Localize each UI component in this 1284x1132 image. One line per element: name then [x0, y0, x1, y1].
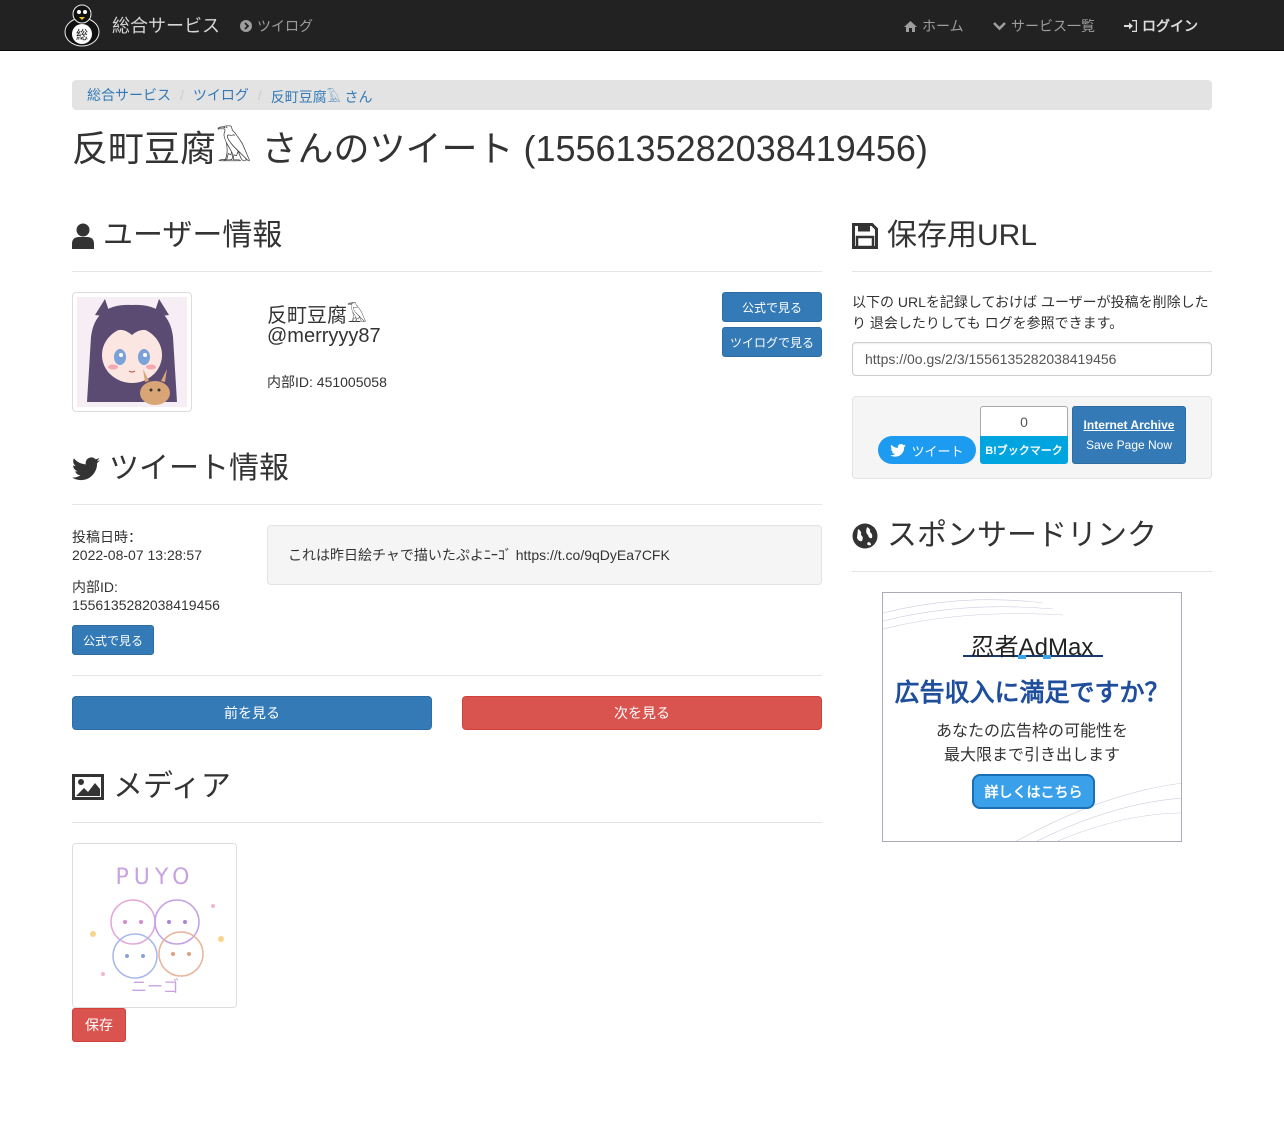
breadcrumb-item-home[interactable]: 総合サービス — [87, 85, 171, 105]
brand-title: 総合サービス — [112, 16, 220, 36]
media-save-button[interactable]: 保存 — [72, 1008, 126, 1042]
nav-twilog-label: ツイログ — [257, 18, 313, 34]
posted-at-value: 2022-08-07 13:28:57 — [72, 547, 202, 563]
brand-link[interactable]: 総 総合サービス — [60, 2, 220, 48]
media-image[interactable]: PUYO ニーゴ — [72, 843, 237, 1008]
next-tweet-button[interactable]: 次を見る — [462, 696, 822, 730]
tweet-text-box: これは昨日絵チャで描いたぷよﾆｰｺﾞ https://t.co/9qDyEa7C… — [267, 525, 822, 585]
media-puyo-text: PUYO — [116, 865, 195, 890]
breadcrumb-item-user[interactable]: 反町豆腐𓄿 さん — [271, 83, 373, 107]
user-info-heading: ユーザー情報 — [72, 218, 282, 254]
breadcrumb-item-twilog[interactable]: ツイログ — [193, 85, 249, 105]
internet-archive-subtitle: Save Page Now — [1085, 438, 1173, 452]
sponsor-ad-banner[interactable]: 忍者AdMax 広告収入に満足ですか？ あなたの広告枠の可能性を 最大限まで引き… — [882, 592, 1182, 842]
user-handle: @merryyy87 — [267, 325, 381, 347]
save-url-heading-text: 保存用URL — [887, 219, 1038, 252]
user-view-twilog-button[interactable]: ツイログで見る — [722, 327, 822, 357]
internet-archive-title: Internet Archive — [1083, 418, 1175, 432]
prev-tweet-button[interactable]: 前を見る — [72, 696, 432, 730]
ad-details-button[interactable]: 詳しくはこちら — [972, 774, 1095, 809]
save-url-heading: 保存用URL — [852, 218, 1037, 254]
svg-text:総: 総 — [76, 28, 88, 42]
tweet-text: これは昨日絵チャで描いたぷよﾆｰｺﾞ https://t.co/9qDyEa7C… — [288, 547, 670, 563]
chevron-down-icon — [993, 22, 1006, 31]
media-nigo-text: ニーゴ — [131, 977, 179, 996]
tweet-internal-id-value: 1556135282038419456 — [72, 597, 220, 613]
nav-home-label: ホーム — [922, 18, 964, 34]
nav-twilog-link[interactable]: ツイログ — [240, 16, 313, 36]
nav-services-label: サービス一覧 — [1011, 18, 1095, 34]
save-url-input[interactable] — [852, 342, 1212, 376]
save-url-description: 以下の URLを記録しておけば ユーザーが投稿を削除したり 退会したりしても ロ… — [852, 294, 1209, 331]
tweet-info-heading: ツイート情報 — [72, 451, 289, 487]
nav-login-label: ログイン — [1142, 18, 1198, 34]
user-info-heading-text: ユーザー情報 — [103, 219, 283, 252]
ad-subtext-1: あなたの広告枠の可能性を — [935, 723, 1128, 740]
breadcrumb-separator: / — [180, 87, 184, 103]
posted-at-label: 投稿日時： — [72, 529, 142, 545]
chevron-circle-right-icon — [240, 20, 252, 32]
nav-login-link[interactable]: ログイン — [1124, 16, 1198, 36]
login-icon — [1124, 20, 1137, 32]
floppy-disk-icon — [852, 223, 878, 249]
globe-icon — [852, 523, 878, 549]
twitter-bird-icon — [890, 443, 907, 457]
nav-services-link[interactable]: サービス一覧 — [993, 16, 1095, 36]
hatena-bookmark-label: B!ブックマーク — [980, 436, 1068, 464]
penguin-logo-icon: 総 — [64, 4, 100, 47]
tweet-view-official-button[interactable]: 公式で見る — [72, 625, 154, 655]
internet-archive-button[interactable]: Internet Archive Save Page Now — [1072, 406, 1186, 464]
breadcrumb: 総合サービス / ツイログ / 反町豆腐𓄿 さん — [72, 80, 1212, 110]
user-view-official-button[interactable]: 公式で見る — [722, 292, 822, 322]
nav-home-link[interactable]: ホーム — [904, 16, 964, 36]
breadcrumb-separator: / — [257, 87, 262, 103]
user-avatar — [72, 292, 192, 412]
twitter-bird-icon — [72, 457, 100, 481]
ad-brand: 忍者AdMax — [970, 634, 1094, 661]
tweet-info-heading-text: ツイート情報 — [109, 452, 289, 485]
user-icon — [72, 223, 94, 249]
divider — [72, 675, 822, 676]
tweet-share-label: ツイート — [911, 443, 964, 459]
hatena-bookmark-button[interactable]: 0 B!ブックマーク — [980, 406, 1068, 464]
tweet-internal-id-label: 内部ID: — [72, 579, 118, 595]
divider — [72, 822, 822, 823]
ad-subtext-2: 最大限まで引き出します — [943, 747, 1120, 764]
image-icon — [72, 774, 104, 800]
divider — [72, 271, 822, 272]
sponsor-heading: スポンサードリンク — [852, 518, 1157, 554]
page-title: 反町豆腐𓄿 さんのツイート (1556135282038419456) — [72, 128, 928, 169]
top-navbar: 総 総合サービス ツイログ ホーム サービス一覧 ログイン — [0, 0, 1284, 51]
home-icon — [904, 20, 917, 32]
ad-headline: 広告収入に満足ですか？ — [894, 679, 1170, 707]
avatar-image — [77, 297, 187, 407]
media-image-drawing: PUYO ニーゴ — [73, 844, 236, 1007]
tweet-share-button[interactable]: ツイート — [878, 436, 976, 464]
divider — [852, 571, 1212, 572]
hatena-bookmark-count: 0 — [980, 406, 1068, 436]
media-heading-text: メディア — [113, 770, 231, 803]
user-internal-id: 内部ID: 451005058 — [267, 374, 387, 390]
sponsor-heading-text: スポンサードリンク — [887, 519, 1157, 552]
media-heading: メディア — [72, 769, 231, 805]
divider — [852, 271, 1212, 272]
divider — [72, 504, 822, 505]
